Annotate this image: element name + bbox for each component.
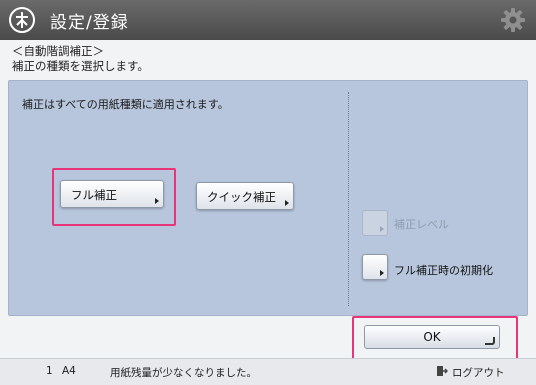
corner-arrow-icon xyxy=(155,198,159,204)
screen: 設定/登録 ＜自動階調補正＞ 補正の種類を選択します。 補正はすべての用紙種類に… xyxy=(0,0,536,385)
page-title: 設定/登録 xyxy=(50,13,129,33)
title-bar: 設定/登録 xyxy=(0,0,536,40)
status-message: 用紙残量が少なくなりました。 xyxy=(110,367,257,379)
logout-icon[interactable] xyxy=(436,365,448,377)
full-correction-label: フル補正 xyxy=(71,188,117,202)
paper-size: A4 xyxy=(62,365,76,377)
quick-correction-label: クイック補正 xyxy=(207,190,276,204)
status-bar: 1 A4 用紙残量が少なくなりました。 ログアウト xyxy=(0,358,536,385)
logout-link[interactable]: ログアウト xyxy=(452,365,505,380)
gear-icon[interactable] xyxy=(500,7,526,33)
ok-button[interactable]: OK xyxy=(364,325,500,349)
panel-divider xyxy=(348,92,349,306)
corner-arrow-icon xyxy=(285,200,289,206)
ok-label: OK xyxy=(423,330,441,344)
panel-note: 補正はすべての用紙種類に適用されます。 xyxy=(22,98,229,111)
subheader: ＜自動階調補正＞ 補正の種類を選択します。 xyxy=(12,44,149,74)
quick-correction-button[interactable]: クイック補正 xyxy=(196,182,294,210)
correction-level-label: 補正レベル xyxy=(394,218,449,231)
full-correction-button[interactable]: フル補正 xyxy=(60,180,164,208)
breadcrumb: ＜自動階調補正＞ xyxy=(12,44,104,58)
full-correction-init-button[interactable] xyxy=(362,254,388,280)
instruction-text: 補正の種類を選択します。 xyxy=(12,59,149,73)
corner-arrow-icon xyxy=(380,270,384,276)
full-correction-init-label: フル補正時の初期化 xyxy=(394,264,493,277)
copy-counter: 1 xyxy=(46,365,53,377)
corner-arrow-icon xyxy=(380,226,384,232)
correction-level-button[interactable] xyxy=(362,210,388,236)
return-corner-icon xyxy=(485,337,495,345)
settings-register-icon xyxy=(9,7,35,33)
